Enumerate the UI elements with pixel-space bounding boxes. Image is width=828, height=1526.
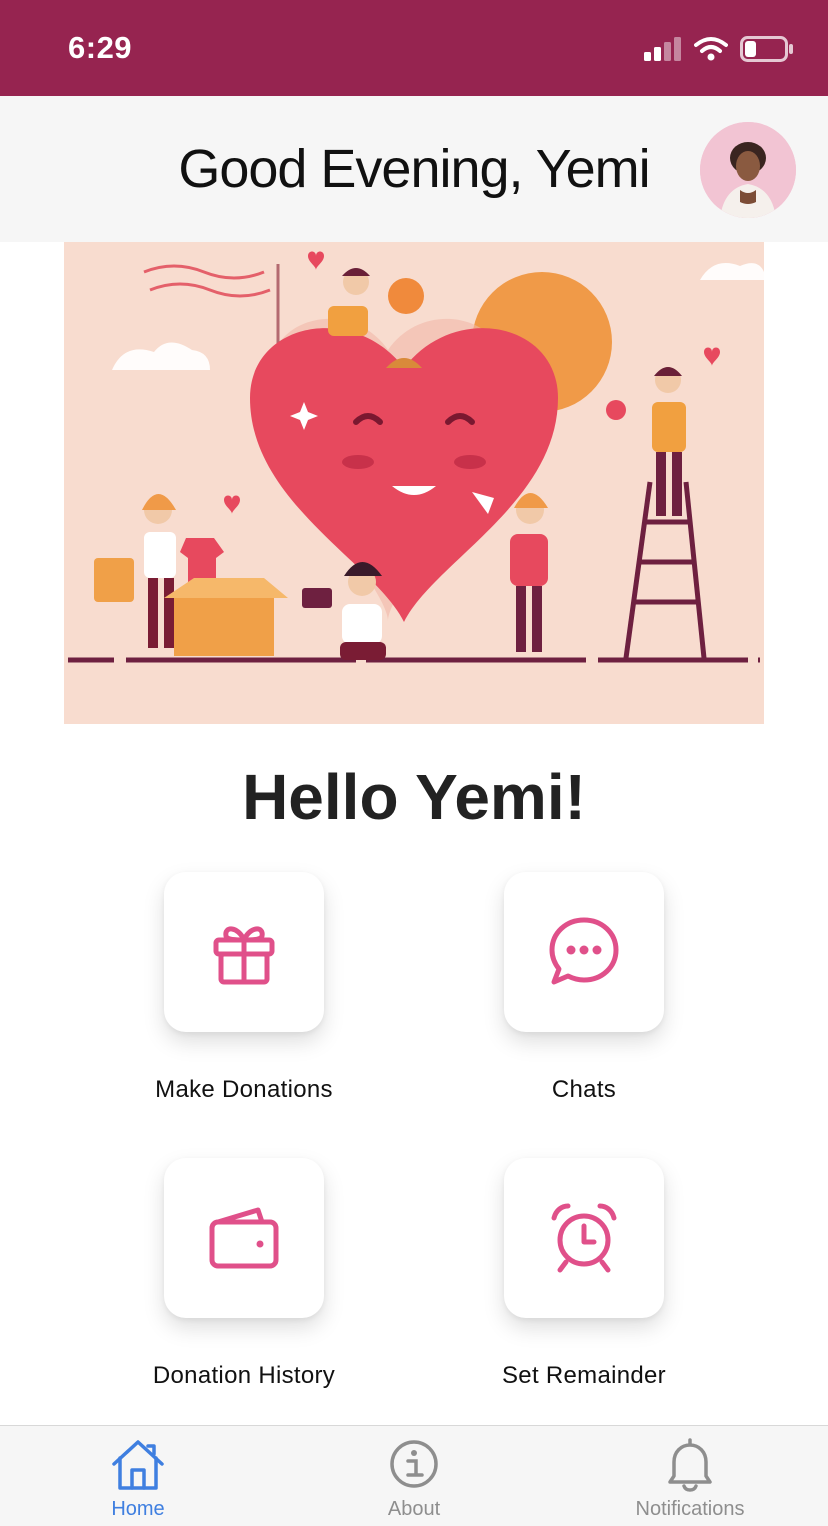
chat-bubble-icon: [549, 917, 619, 985]
app-header: Good Evening, Yemi: [0, 96, 828, 242]
tab-notifications-label: Notifications: [635, 1498, 745, 1520]
tab-bar: Home About Notifications: [0, 1425, 828, 1526]
wifi-icon: [694, 37, 728, 61]
chats-label: Chats: [551, 1076, 617, 1103]
bell-icon: [668, 1438, 712, 1492]
gift-icon: [213, 926, 275, 985]
hello-headline: Hello Yemi!: [242, 761, 586, 833]
make-donations-label: Make Donations: [155, 1076, 333, 1103]
home-icon: [112, 1440, 164, 1490]
user-avatar[interactable]: [700, 122, 796, 218]
chats-button[interactable]: [504, 872, 664, 1032]
tab-about-label: About: [387, 1498, 441, 1520]
set-reminder-button[interactable]: [504, 1158, 664, 1318]
donation-history-label: Donation History: [152, 1362, 336, 1389]
hero-illustration: [64, 242, 764, 724]
battery-icon: [740, 36, 793, 62]
tab-home-label: Home: [111, 1498, 165, 1520]
tab-home[interactable]: Home: [38, 1426, 238, 1526]
alarm-clock-icon: [551, 1203, 617, 1273]
wallet-icon: [209, 1207, 279, 1269]
status-bar: 6:29: [0, 0, 828, 96]
info-icon: [390, 1440, 438, 1488]
status-time: 6:29: [68, 30, 133, 65]
set-reminder-label: Set Remainder: [502, 1362, 666, 1389]
donation-history-button[interactable]: [164, 1158, 324, 1318]
make-donations-button[interactable]: [164, 872, 324, 1032]
status-icons: [644, 34, 794, 64]
tab-notifications[interactable]: Notifications: [590, 1426, 790, 1526]
tab-about[interactable]: About: [314, 1426, 514, 1526]
signal-icon: [644, 37, 681, 61]
